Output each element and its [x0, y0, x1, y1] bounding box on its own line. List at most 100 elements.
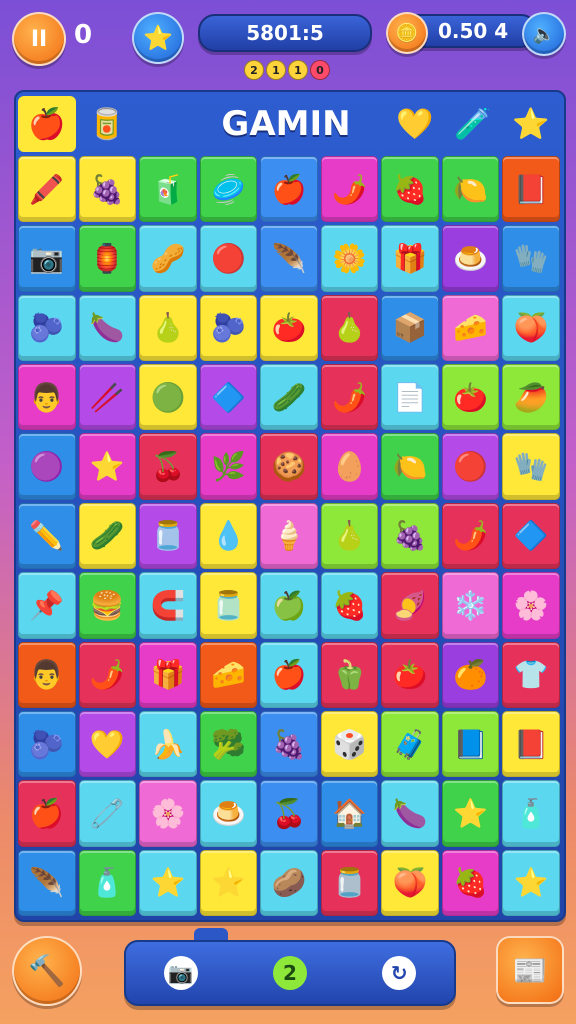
- game-tile[interactable]: 🫐: [199, 294, 258, 362]
- sound-button[interactable]: 🔈: [522, 12, 566, 56]
- game-tile[interactable]: 🍓: [441, 849, 500, 916]
- game-tile[interactable]: 🍌: [139, 710, 197, 778]
- game-tile[interactable]: 👕: [502, 641, 560, 708]
- star-button[interactable]: ⭐: [132, 12, 184, 64]
- game-tile[interactable]: 🏠: [320, 780, 379, 847]
- game-tile[interactable]: 🍑: [381, 849, 439, 916]
- game-tile[interactable]: 🌶️: [320, 156, 379, 223]
- menu-button[interactable]: 📰: [496, 936, 564, 1004]
- game-tile[interactable]: 📷: [18, 225, 76, 292]
- game-tile[interactable]: 🥜: [139, 225, 197, 292]
- game-tile[interactable]: 🍠: [381, 572, 439, 639]
- pause-button[interactable]: II: [12, 12, 66, 66]
- game-tile[interactable]: 🍇: [78, 156, 137, 223]
- game-tile[interactable]: 📦: [381, 294, 439, 362]
- game-tile[interactable]: 🍋: [441, 156, 500, 223]
- game-tile[interactable]: 🧴: [502, 780, 560, 847]
- game-tile[interactable]: 🟢: [139, 364, 197, 431]
- game-tile[interactable]: 🥒: [78, 502, 137, 570]
- game-tile[interactable]: 🍆: [381, 780, 439, 847]
- game-tile[interactable]: 👨: [18, 641, 76, 708]
- game-tile[interactable]: 🔴: [199, 225, 258, 292]
- game-tile[interactable]: 🍪: [260, 433, 318, 500]
- game-tile[interactable]: ⭐: [139, 849, 197, 916]
- game-tile[interactable]: 🍔: [78, 572, 137, 639]
- game-tile[interactable]: 🍮: [441, 225, 500, 292]
- game-tile[interactable]: 🎲: [320, 710, 379, 778]
- game-tile[interactable]: ⭐: [78, 433, 137, 500]
- refresh-button[interactable]: ↻: [382, 956, 417, 990]
- game-tile[interactable]: 🍓: [381, 156, 439, 223]
- game-tile[interactable]: 🍐: [139, 294, 197, 362]
- game-tile[interactable]: 🍇: [381, 502, 439, 570]
- game-tile[interactable]: 🫐: [18, 294, 76, 362]
- game-tile[interactable]: 🍇: [260, 710, 318, 778]
- game-tile[interactable]: 🌿: [199, 433, 258, 500]
- game-tile[interactable]: 🍅: [381, 641, 439, 708]
- game-tile[interactable]: 💛: [78, 710, 137, 778]
- game-tile[interactable]: 🧴: [78, 849, 137, 916]
- game-tile[interactable]: 🔷: [199, 364, 258, 431]
- game-tile[interactable]: 🍆: [78, 294, 137, 362]
- game-tile[interactable]: 🫐: [18, 710, 76, 778]
- game-tile[interactable]: 🥚: [320, 433, 379, 500]
- game-tile[interactable]: 🎁: [381, 225, 439, 292]
- game-tile[interactable]: 🖍️: [18, 156, 76, 223]
- game-tile[interactable]: 🧲: [139, 572, 197, 639]
- game-tile[interactable]: 🔷: [502, 502, 560, 570]
- game-tile[interactable]: 📌: [18, 572, 76, 639]
- game-tile[interactable]: ❄️: [441, 572, 500, 639]
- game-tile[interactable]: 🥏: [199, 156, 258, 223]
- game-tile[interactable]: ✏️: [18, 502, 76, 570]
- game-tile[interactable]: 🍦: [260, 502, 318, 570]
- game-tile[interactable]: 🧤: [502, 225, 560, 292]
- game-tile[interactable]: 📘: [441, 710, 500, 778]
- game-tile[interactable]: 📄: [381, 364, 439, 431]
- game-tile[interactable]: 📕: [502, 156, 560, 223]
- game-tile[interactable]: 🥔: [260, 849, 318, 916]
- camera-button[interactable]: 📷: [163, 956, 198, 990]
- game-tile[interactable]: 🧀: [199, 641, 258, 708]
- game-tile[interactable]: 🥒: [260, 364, 318, 431]
- game-tile[interactable]: 📕: [502, 710, 560, 778]
- game-tile[interactable]: 🧀: [441, 294, 500, 362]
- game-tile[interactable]: ⭐: [502, 849, 560, 916]
- game-tile[interactable]: 🏮: [78, 225, 137, 292]
- game-tile[interactable]: 🍒: [139, 433, 197, 500]
- game-tile[interactable]: 🫙: [320, 849, 379, 916]
- game-tile[interactable]: 🟣: [18, 433, 76, 500]
- game-tile[interactable]: 🍒: [260, 780, 318, 847]
- game-tile[interactable]: ⭐: [199, 849, 258, 916]
- game-tile[interactable]: 🍐: [320, 294, 379, 362]
- game-tile[interactable]: 🥭: [502, 364, 560, 431]
- game-tile[interactable]: 🫙: [199, 572, 258, 639]
- game-tile[interactable]: 🌸: [139, 780, 197, 847]
- game-tile[interactable]: 🧳: [381, 710, 439, 778]
- game-tile[interactable]: 🫙: [139, 502, 197, 570]
- game-tile[interactable]: 🔴: [441, 433, 500, 500]
- game-tile[interactable]: ⭐: [441, 780, 500, 847]
- game-tile[interactable]: 🌶️: [78, 641, 137, 708]
- game-tile[interactable]: 🍎: [260, 641, 318, 708]
- hint-button[interactable]: 2: [272, 956, 307, 990]
- game-tile[interactable]: 🥢: [78, 364, 137, 431]
- game-tile[interactable]: 🍎: [18, 780, 76, 847]
- game-tile[interactable]: 🍎: [260, 156, 318, 223]
- game-tile[interactable]: 🪶: [260, 225, 318, 292]
- game-tile[interactable]: 🥦: [199, 710, 258, 778]
- game-tile[interactable]: 🍏: [260, 572, 318, 639]
- game-tile[interactable]: 🧷: [78, 780, 137, 847]
- game-tile[interactable]: 🌸: [502, 572, 560, 639]
- game-tile[interactable]: 🍐: [320, 502, 379, 570]
- game-tile[interactable]: 🍅: [441, 364, 500, 431]
- game-tile[interactable]: 🌼: [320, 225, 379, 292]
- game-tile[interactable]: 🍑: [502, 294, 560, 362]
- game-tile[interactable]: 🧤: [502, 433, 560, 500]
- game-tile[interactable]: 🍅: [260, 294, 318, 362]
- game-tile[interactable]: 🧃: [139, 156, 197, 223]
- game-tile[interactable]: 🪶: [18, 849, 76, 916]
- game-tile[interactable]: 👨: [18, 364, 76, 431]
- game-tile[interactable]: 🎁: [139, 641, 197, 708]
- hammer-button[interactable]: 🔨: [12, 936, 82, 1006]
- game-tile[interactable]: 🫑: [320, 641, 379, 708]
